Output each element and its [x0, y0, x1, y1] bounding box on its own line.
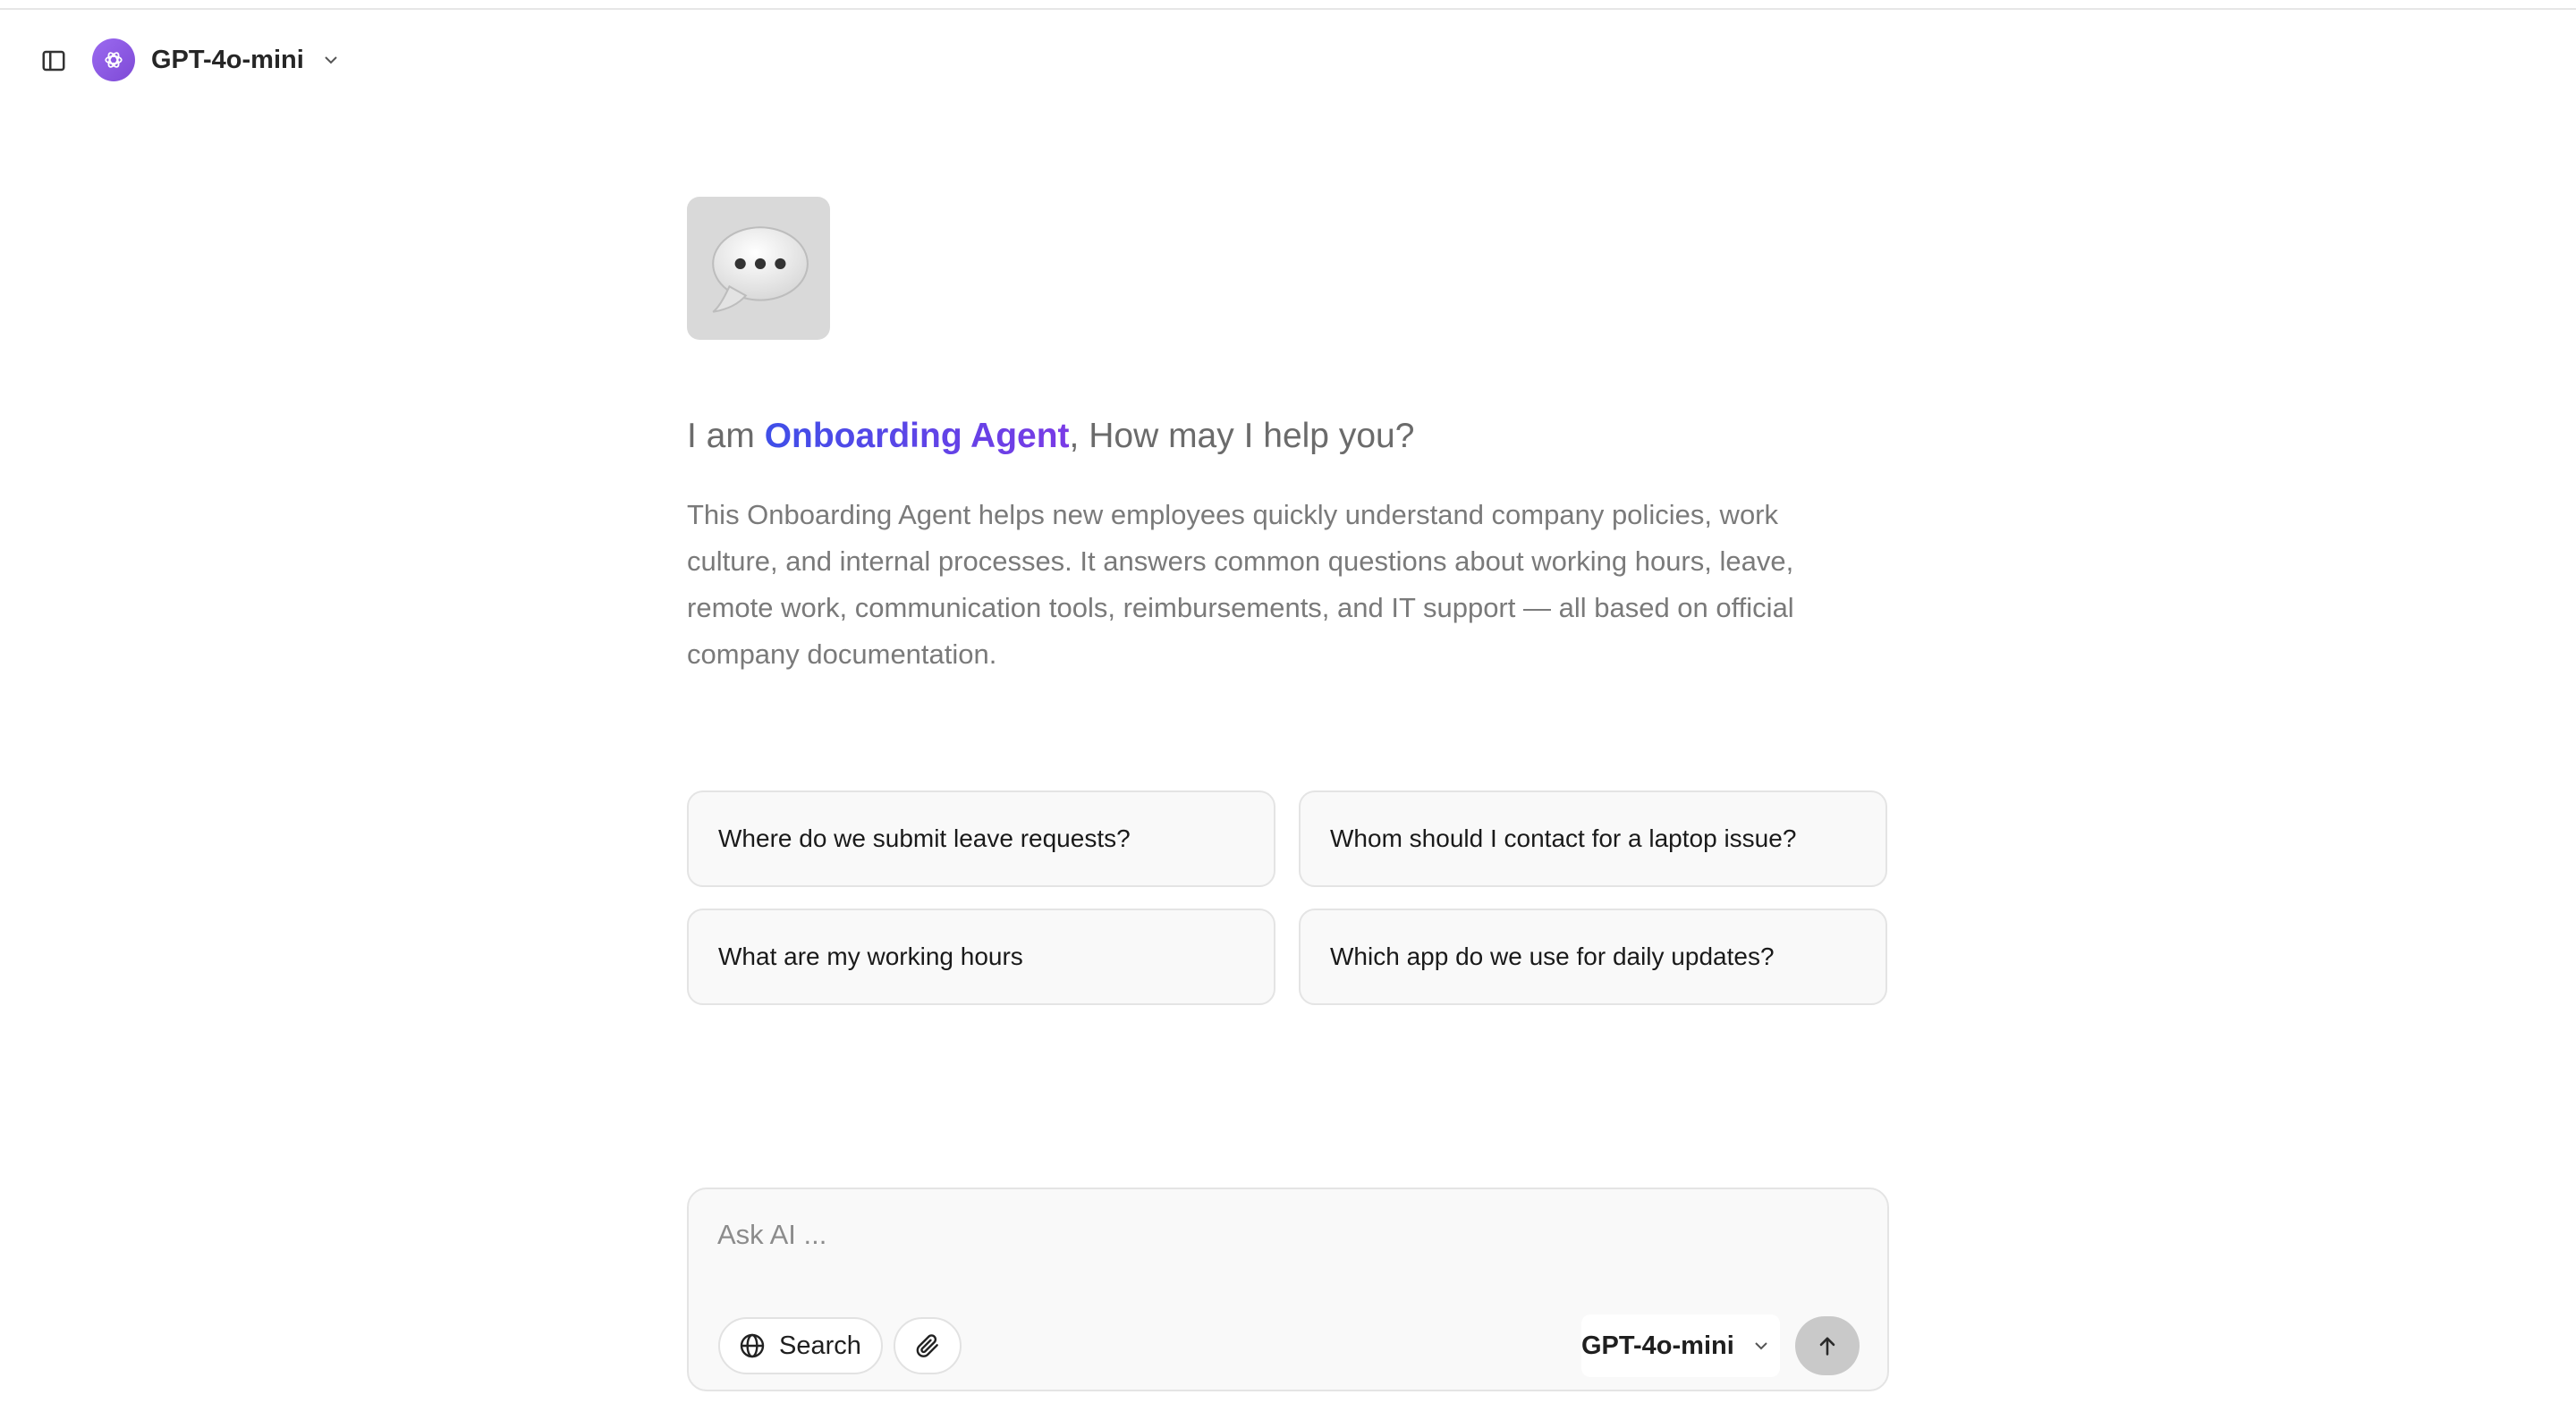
agent-description: This Onboarding Agent helps new employee…	[687, 499, 1794, 670]
model-selector[interactable]: GPT-4o-mini	[92, 34, 342, 86]
chat-input[interactable]	[717, 1213, 1853, 1257]
arrow-up-icon	[1819, 1337, 1835, 1356]
paperclip-icon	[916, 1334, 938, 1357]
sidebar-toggle-button[interactable]	[36, 43, 72, 79]
attach-button[interactable]	[894, 1317, 962, 1374]
headline-prefix: I am	[687, 417, 765, 455]
headline-suffix: , How may I help you?	[1069, 417, 1415, 455]
chat-composer: Search GPT-4o-mini	[687, 1188, 1889, 1391]
search-button[interactable]: Search	[718, 1317, 883, 1374]
chevron-down-icon	[1755, 1342, 1767, 1350]
speech-bubble-icon	[712, 226, 809, 313]
suggestion-card[interactable]: Which app do we use for daily updates?	[1299, 909, 1887, 1005]
agent-intro: I am Onboarding Agent, How may I help yo…	[687, 197, 1889, 1005]
window-top-border	[0, 0, 2576, 10]
send-button[interactable]	[1795, 1316, 1860, 1375]
composer-model-name: GPT-4o-mini	[1581, 1331, 1734, 1360]
openai-logo-icon	[92, 38, 135, 81]
model-name: GPT-4o-mini	[151, 45, 304, 74]
suggestion-card[interactable]: What are my working hours	[687, 909, 1275, 1005]
search-button-label: Search	[779, 1331, 861, 1360]
composer-model-selector[interactable]: GPT-4o-mini	[1581, 1314, 1780, 1377]
suggestion-card[interactable]: Whom should I contact for a laptop issue…	[1299, 790, 1887, 887]
globe-icon	[740, 1333, 765, 1358]
suggestion-grid: Where do we submit leave requests? Whom …	[687, 790, 1889, 1005]
agent-headline: I am Onboarding Agent, How may I help yo…	[687, 417, 1414, 456]
sidebar-toggle-icon	[42, 50, 65, 72]
agent-avatar	[687, 197, 830, 340]
agent-name: Onboarding Agent	[764, 417, 1070, 455]
header: GPT-4o-mini	[0, 10, 2576, 104]
suggestion-card[interactable]: Where do we submit leave requests?	[687, 790, 1275, 887]
chevron-down-icon	[325, 56, 337, 64]
